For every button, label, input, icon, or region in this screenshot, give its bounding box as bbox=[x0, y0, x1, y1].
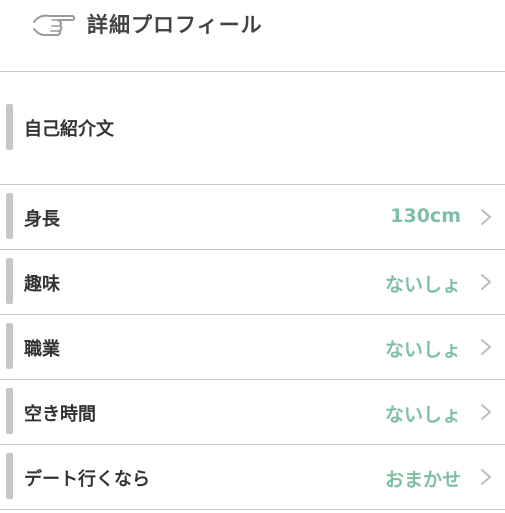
row-label: 職業 bbox=[24, 339, 60, 360]
self-introduction-label: 自己紹介文 bbox=[24, 119, 114, 140]
row-accent-bar bbox=[6, 193, 13, 239]
row-accent-bar bbox=[6, 388, 13, 434]
row-accent-bar bbox=[6, 453, 13, 499]
chevron-right-icon bbox=[481, 469, 491, 485]
profile-row-height[interactable]: 身長 130cm bbox=[0, 185, 505, 250]
profile-row-date-preference[interactable]: デート行くなら おまかせ bbox=[0, 445, 505, 510]
page-title: 詳細プロフィール bbox=[87, 13, 263, 37]
profile-row-free-time[interactable]: 空き時間 ないしょ bbox=[0, 380, 505, 445]
row-value: ないしょ bbox=[384, 339, 461, 361]
row-value: ないしょ bbox=[384, 274, 461, 296]
row-value: ないしょ bbox=[384, 404, 461, 426]
row-label: 身長 bbox=[24, 209, 60, 230]
section-accent-bar bbox=[6, 104, 13, 150]
chevron-right-icon bbox=[481, 209, 491, 225]
profile-row-occupation[interactable]: 職業 ないしょ bbox=[0, 315, 505, 380]
chevron-right-icon bbox=[481, 339, 491, 355]
pointing-hand-icon bbox=[33, 14, 76, 36]
row-label: 趣味 bbox=[24, 274, 60, 295]
row-value: 130cm bbox=[390, 205, 461, 227]
row-label: 空き時間 bbox=[24, 404, 96, 425]
row-accent-bar bbox=[6, 258, 13, 304]
row-value: おまかせ bbox=[384, 469, 461, 491]
row-label: デート行くなら bbox=[24, 469, 150, 490]
profile-detail-header: 詳細プロフィール bbox=[0, 0, 505, 72]
row-accent-bar bbox=[6, 323, 13, 369]
profile-row-hobby[interactable]: 趣味 ないしょ bbox=[0, 250, 505, 315]
self-introduction-section: 自己紹介文 bbox=[0, 72, 505, 185]
chevron-right-icon bbox=[481, 274, 491, 290]
chevron-right-icon bbox=[481, 404, 491, 420]
